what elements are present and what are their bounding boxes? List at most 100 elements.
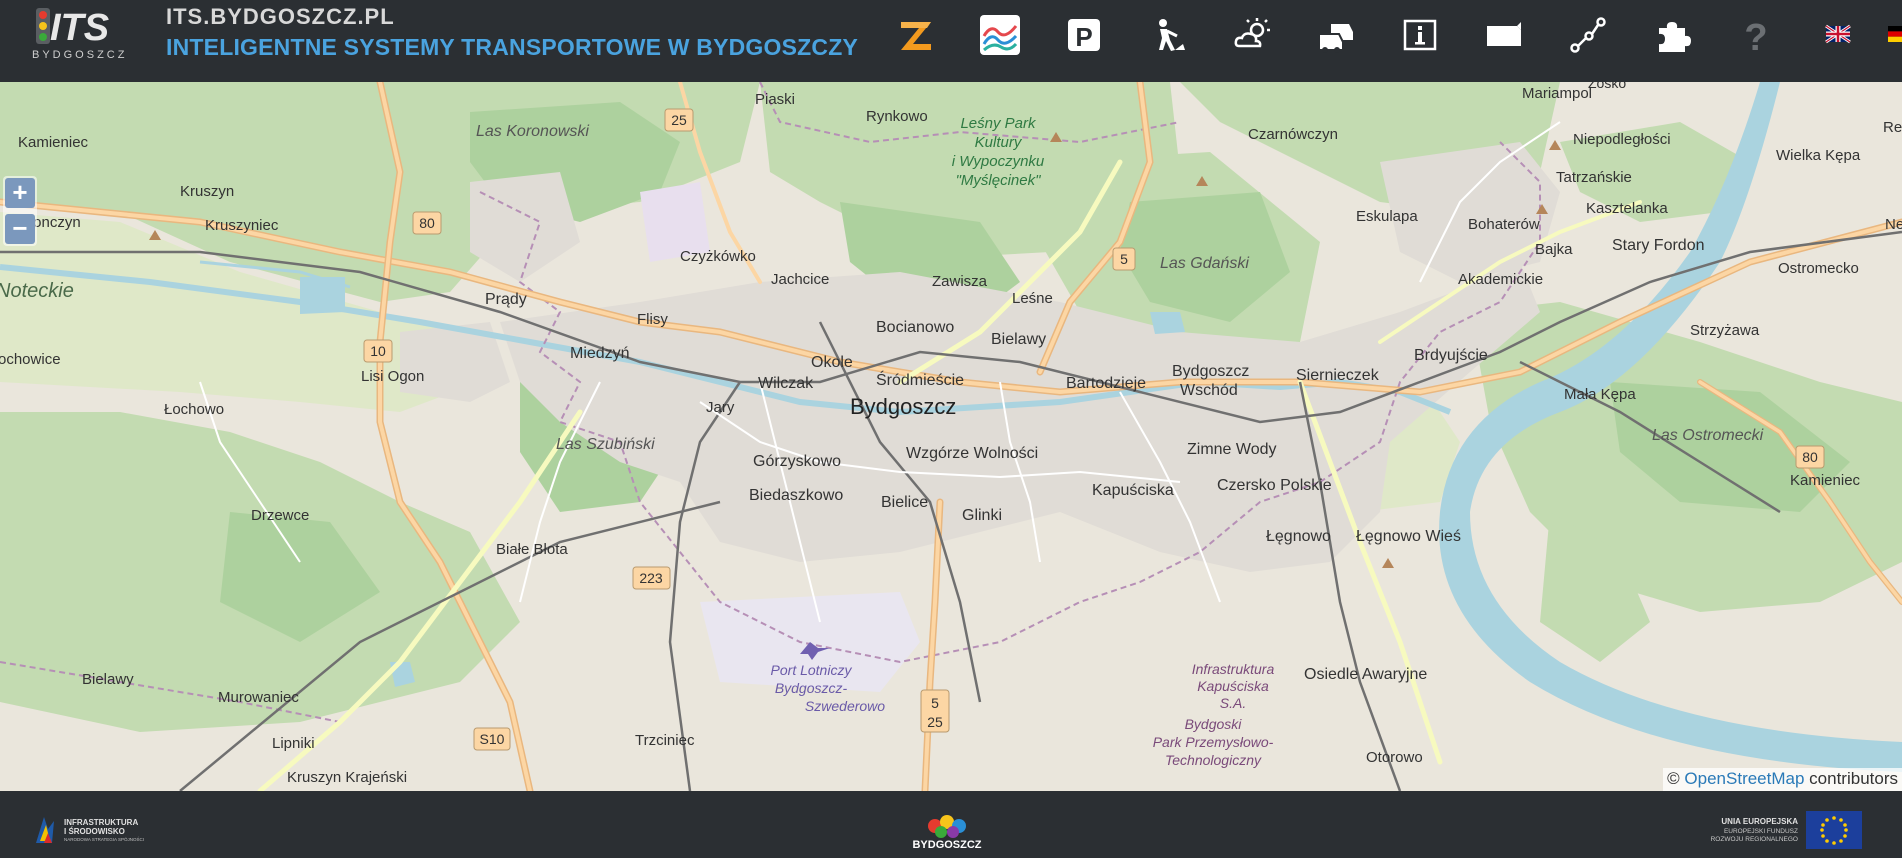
label-miedzyn: Miedzyń — [570, 345, 630, 362]
label-kruszyn: Kruszyn — [180, 183, 234, 200]
label-mala-kepa: Mała Kępa — [1564, 386, 1636, 403]
attribution-suffix: contributors — [1809, 769, 1898, 788]
label-piaski: Piaski — [755, 91, 795, 108]
map-tiles[interactable]: Piaski Rynkowo Leśny Park Kultury i Wypo… — [0, 82, 1902, 791]
label-park-przem-2: Park Przemysłowo- — [1153, 734, 1274, 750]
label-jary: Jary — [706, 399, 735, 416]
label-kamieniec-e: Kamieniec — [1790, 472, 1861, 489]
eu-fund-logo[interactable]: UNIA EUROPEJSKA EUROPEJSKI FUNDUSZ ROZWO… — [1700, 811, 1864, 851]
label-czersko: Czersko Polskie — [1217, 477, 1332, 494]
zoom-out-button[interactable]: − — [5, 214, 35, 244]
label-las-ostromecki: Las Ostromecki — [1652, 427, 1764, 444]
label-bajka: Bajka — [1535, 241, 1573, 258]
label-czarnowczyn: Czarnówczyn — [1248, 126, 1338, 143]
plugin-icon[interactable] — [1649, 12, 1695, 58]
label-park-przem-3: Technologiczny — [1165, 752, 1262, 768]
label-port-2: Bydgoszcz- — [775, 680, 848, 696]
label-brdyujscie: Brdyujście — [1414, 347, 1488, 364]
svg-text:ITS: ITS — [50, 7, 109, 49]
help-icon[interactable]: ? — [1733, 12, 1779, 58]
openstreetmap-link[interactable]: OpenStreetMap — [1684, 769, 1804, 788]
footer: INFRASTRUKTURA I ŚRODOWISKO NARODOWA STR… — [0, 791, 1902, 858]
shield-80-west: 80 — [419, 215, 435, 231]
label-bydgoszcz: Bydgoszcz — [850, 394, 956, 419]
attribution-prefix: © — [1667, 769, 1680, 788]
label-kasztelanka: Kasztelanka — [1586, 200, 1668, 217]
label-las-koronowski: Las Koronowski — [476, 123, 589, 140]
label-legnowo: Łęgnowo — [1266, 528, 1331, 545]
traffic-icon[interactable] — [1313, 12, 1359, 58]
footer-left-line1: INFRASTRUKTURA — [64, 818, 138, 827]
label-bocianowo: Bocianowo — [876, 319, 954, 336]
site-url[interactable]: ITS.BYDGOSZCZ.PL — [166, 4, 395, 30]
label-las-szubinski: Las Szubiński — [556, 436, 655, 453]
label-infra-1: Infrastruktura — [1192, 661, 1275, 677]
label-lipniki: Lipniki — [272, 735, 315, 752]
label-bielice: Bielice — [881, 494, 928, 511]
label-wzgorze: Wzgórze Wolności — [906, 445, 1038, 462]
map[interactable]: Piaski Rynkowo Leśny Park Kultury i Wypo… — [0, 82, 1902, 791]
label-czyzkowko: Czyżkówko — [680, 248, 756, 265]
label-park-2: Kultury — [975, 134, 1023, 151]
label-akademickie: Akademickie — [1458, 271, 1543, 288]
label-gorzyskowo: Górzyskowo — [753, 453, 841, 470]
svg-text:BYDGOSZCZ: BYDGOSZCZ — [32, 49, 127, 61]
label-bydgoszcz-wschod-1: Bydgoszcz — [1172, 363, 1249, 380]
footer-right-line1: UNIA EUROPEJSKA — [1721, 817, 1798, 826]
air-quality-icon[interactable] — [977, 12, 1023, 58]
zoom-control: + − — [3, 176, 37, 246]
label-legnowo-wies: Łęgnowo Wieś — [1356, 528, 1461, 545]
english-flag-icon[interactable] — [1815, 12, 1861, 58]
label-wielka-kepa: Wielka Kępa — [1776, 147, 1861, 164]
label-ne: Ne — [1885, 216, 1902, 233]
roadworks-icon[interactable] — [1145, 12, 1191, 58]
bydgoszcz-city-logo[interactable]: BYDGOSZCZ — [905, 812, 989, 852]
shield-10: 10 — [370, 343, 386, 359]
label-lisi-ogon: Lisi Ogon — [361, 368, 424, 385]
label-lochowo: Łochowo — [164, 401, 224, 418]
label-bohaterow: Bohaterów — [1468, 216, 1540, 233]
label-drzewce: Drzewce — [251, 507, 309, 524]
label-rynkowo: Rynkowo — [866, 108, 928, 125]
label-park-przem-1: Bydgoski — [1185, 716, 1243, 732]
label-flisy: Flisy — [637, 311, 668, 328]
svg-text:P: P — [1075, 22, 1092, 52]
svg-text:?: ? — [1744, 17, 1767, 56]
weather-icon[interactable] — [1229, 12, 1275, 58]
label-re: Re — [1883, 119, 1902, 136]
label-infra-2: Kapuściska — [1197, 678, 1269, 694]
label-port-1: Port Lotniczy — [771, 662, 853, 678]
german-flag-icon[interactable] — [1877, 12, 1902, 58]
header: ITS BYDGOSZCZ ITS.BYDGOSZCZ.PL INTELIGEN… — [0, 0, 1902, 82]
label-park-1: Leśny Park — [960, 115, 1037, 132]
label-bartodzieje: Bartodzieje — [1066, 375, 1146, 392]
label-noteckie: Noteckie — [0, 280, 74, 302]
zoom-in-button[interactable]: + — [5, 178, 35, 208]
camera-icon[interactable] — [1481, 12, 1527, 58]
label-biale-blota: Białe Błota — [496, 541, 568, 558]
label-ostromecko: Ostromecko — [1778, 260, 1859, 277]
info-icon[interactable] — [1397, 12, 1443, 58]
label-zosko: Zosko — [1588, 82, 1626, 91]
label-zimne-wody: Zimne Wody — [1187, 441, 1277, 458]
label-siernieczek: Siernieczek — [1296, 367, 1380, 384]
its-logo[interactable]: ITS BYDGOSZCZ — [30, 4, 154, 62]
site-title: INTELIGENTNE SYSTEMY TRANSPORTOWE W BYDG… — [166, 34, 859, 60]
label-jachcice: Jachcice — [771, 271, 829, 288]
label-glinki: Glinki — [962, 507, 1002, 524]
footer-right-line3: ROZWOJU REGIONALNEGO — [1711, 836, 1798, 843]
label-tatrzanskie: Tatrzańskie — [1556, 169, 1632, 186]
shield-223: 223 — [639, 570, 663, 586]
route-icon[interactable] — [1565, 12, 1611, 58]
footer-center-logo-text: BYDGOSZCZ — [912, 839, 981, 851]
shield-5: 5 — [1120, 251, 1128, 267]
label-eskulapa: Eskulapa — [1356, 208, 1418, 225]
label-bielawy-w: Bielawy — [82, 671, 134, 688]
footer-left-line2: I ŚRODOWISKO — [64, 827, 125, 836]
label-wilczak: Wilczak — [758, 375, 814, 392]
label-strzyzawa: Strzyżawa — [1690, 322, 1760, 339]
parking-icon[interactable]: P — [1061, 12, 1107, 58]
shield-s10: S10 — [480, 731, 505, 747]
infrastruktura-srodowisko-logo[interactable]: INFRASTRUKTURA I ŚRODOWISKO NARODOWA STR… — [34, 813, 146, 847]
zdmikp-icon[interactable] — [893, 12, 939, 58]
